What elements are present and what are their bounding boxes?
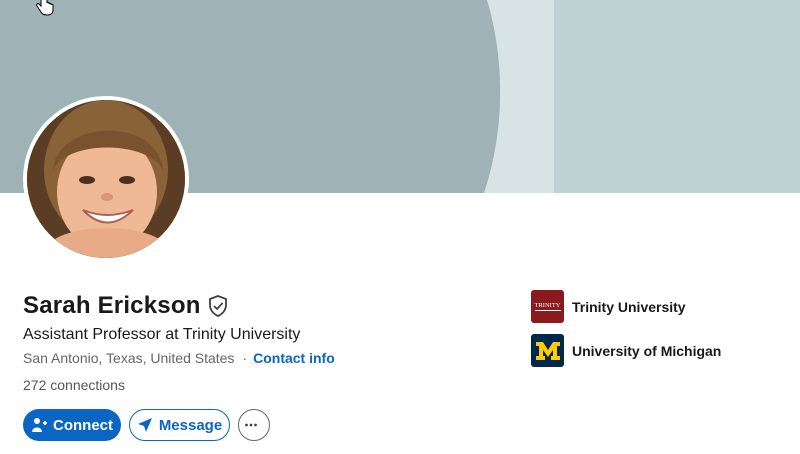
connections-count[interactable]: 272 connections <box>23 377 125 393</box>
name-row: Sarah Erickson <box>23 292 229 320</box>
michigan-block-m-logo <box>531 334 564 367</box>
send-icon <box>137 418 152 432</box>
profile-photo[interactable] <box>23 96 189 262</box>
profile-name: Sarah Erickson <box>23 292 201 319</box>
ellipsis-icon <box>245 423 257 427</box>
message-label: Message <box>158 416 223 434</box>
add-person-icon <box>32 418 47 432</box>
education-name: University of Michigan <box>572 342 722 359</box>
connect-label: Connect <box>53 416 113 434</box>
education-name: Trinity University <box>572 298 686 315</box>
trinity-university-logo: TRINITY <box>531 290 564 323</box>
shield-check-icon[interactable] <box>207 294 229 318</box>
education-item[interactable]: TRINITY Trinity University <box>531 290 686 323</box>
location-row: San Antonio, Texas, United States · Cont… <box>23 350 335 366</box>
avatar-image <box>27 100 185 258</box>
contact-info-link[interactable]: Contact info <box>253 350 335 366</box>
hand-cursor-icon <box>36 0 54 16</box>
block-m-icon <box>535 341 560 360</box>
trinity-logo-text: TRINITY <box>534 302 561 311</box>
profile-headline: Assistant Professor at Trinity Universit… <box>23 326 301 343</box>
message-button[interactable]: Message <box>129 409 230 441</box>
education-item[interactable]: University of Michigan <box>531 334 721 367</box>
separator-dot: · <box>242 350 248 366</box>
more-actions-button[interactable] <box>238 409 270 441</box>
connect-button[interactable]: Connect <box>23 409 121 441</box>
profile-location: San Antonio, Texas, United States <box>23 350 235 366</box>
